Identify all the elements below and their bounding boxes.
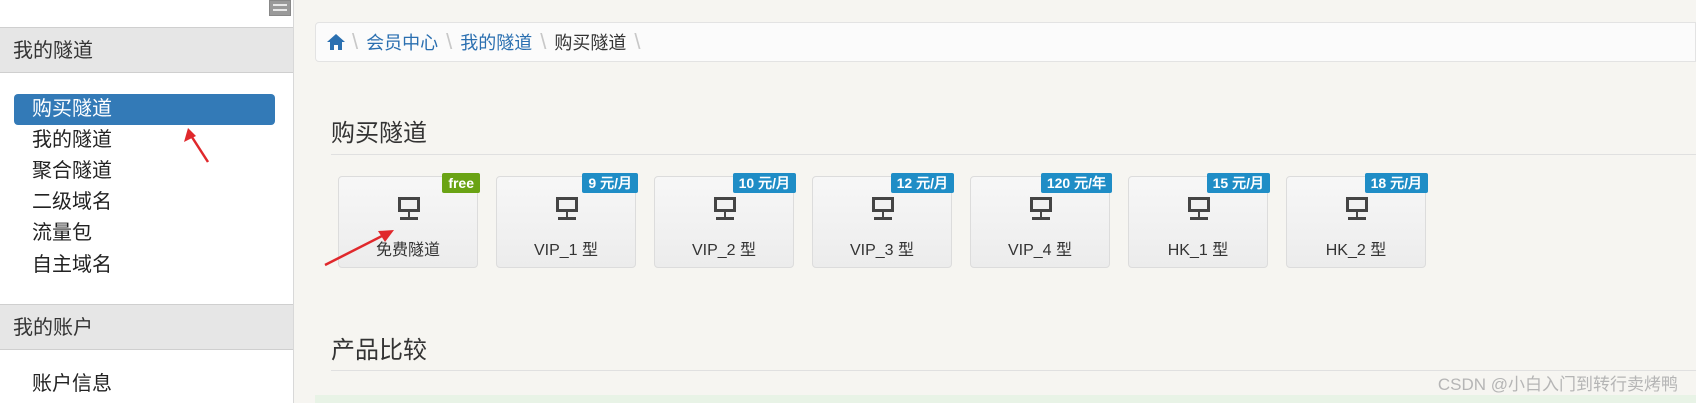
- price-badge: 15 元/月: [1206, 173, 1270, 193]
- divider: [331, 154, 1696, 155]
- tunnel-card-vip2[interactable]: 10 元/月 VIP_2 型: [654, 173, 796, 268]
- sidebar-item-aggregate-tunnels[interactable]: 聚合隧道: [14, 156, 275, 187]
- tunnel-card-vip1[interactable]: 9 元/月 VIP_1 型: [496, 173, 638, 268]
- card-label: VIP_4 型: [1007, 242, 1073, 259]
- page-title: 购买隧道: [331, 120, 427, 147]
- main-content: \ 会员中心 \ 我的隧道 \ 购买隧道 \ 购买隧道 free 免费隧道 9 …: [293, 0, 1696, 403]
- network-icon: [556, 197, 578, 220]
- price-badge: 18 元/月: [1364, 173, 1428, 193]
- network-icon: [1346, 197, 1368, 220]
- section-header-my-account[interactable]: 我的账户: [0, 304, 293, 350]
- price-badge: 10 元/月: [732, 173, 796, 193]
- card-label: VIP_1 型: [533, 242, 599, 259]
- breadcrumb: \ 会员中心 \ 我的隧道 \ 购买隧道 \: [315, 22, 1696, 62]
- card-label: HK_2 型: [1325, 242, 1387, 259]
- tunnel-card-vip3[interactable]: 12 元/月 VIP_3 型: [812, 173, 954, 268]
- sidebar-item-my-tunnels[interactable]: 我的隧道: [14, 125, 275, 156]
- table-header-strip: [315, 395, 1696, 403]
- tunnel-card-vip4[interactable]: 120 元/年 VIP_4 型: [970, 173, 1112, 268]
- sidebar-item-traffic-pack[interactable]: 流量包: [14, 218, 275, 249]
- sidebar-item-subdomain[interactable]: 二级域名: [14, 187, 275, 218]
- tunnel-card-hk2[interactable]: 18 元/月 HK_2 型: [1286, 173, 1428, 268]
- breadcrumb-member-center[interactable]: 会员中心: [358, 29, 446, 55]
- section-header-my-tunnels[interactable]: 我的隧道: [0, 27, 293, 73]
- sidebar-item-account-info[interactable]: 账户信息: [14, 369, 275, 400]
- network-icon: [872, 197, 894, 220]
- network-icon: [1188, 197, 1210, 220]
- card-label: HK_1 型: [1167, 242, 1229, 259]
- tunnel-card-hk1[interactable]: 15 元/月 HK_1 型: [1128, 173, 1270, 268]
- card-label: VIP_2 型: [691, 242, 757, 259]
- breadcrumb-buy-tunnel: 购买隧道: [554, 33, 627, 53]
- tunnel-card-free[interactable]: free 免费隧道: [338, 173, 480, 268]
- section-title-product-compare: 产品比较: [331, 337, 427, 364]
- network-icon: [398, 197, 420, 220]
- sidebar: 我的隧道 购买隧道 我的隧道 聚合隧道 二级域名 流量包 自主域名 我的账户 账…: [0, 0, 294, 403]
- breadcrumb-separator: \: [634, 29, 641, 54]
- watermark: CSDN @小白入门到转行卖烤鸭: [1437, 375, 1678, 394]
- network-icon: [1030, 197, 1052, 220]
- price-badge: 120 元/年: [1040, 173, 1112, 193]
- sidebar-item-custom-domain[interactable]: 自主域名: [14, 250, 275, 281]
- card-label: VIP_3 型: [849, 242, 915, 259]
- sidebar-item-buy-tunnel[interactable]: 购买隧道: [14, 94, 275, 125]
- menu-collapse-icon[interactable]: [269, 0, 291, 16]
- price-badge: 12 元/月: [890, 173, 954, 193]
- breadcrumb-my-tunnels[interactable]: 我的隧道: [452, 29, 540, 55]
- price-badge: free: [442, 173, 480, 193]
- network-icon: [714, 197, 736, 220]
- price-badge: 9 元/月: [582, 173, 638, 193]
- home-icon[interactable]: [320, 23, 352, 61]
- card-label: 免费隧道: [375, 242, 440, 259]
